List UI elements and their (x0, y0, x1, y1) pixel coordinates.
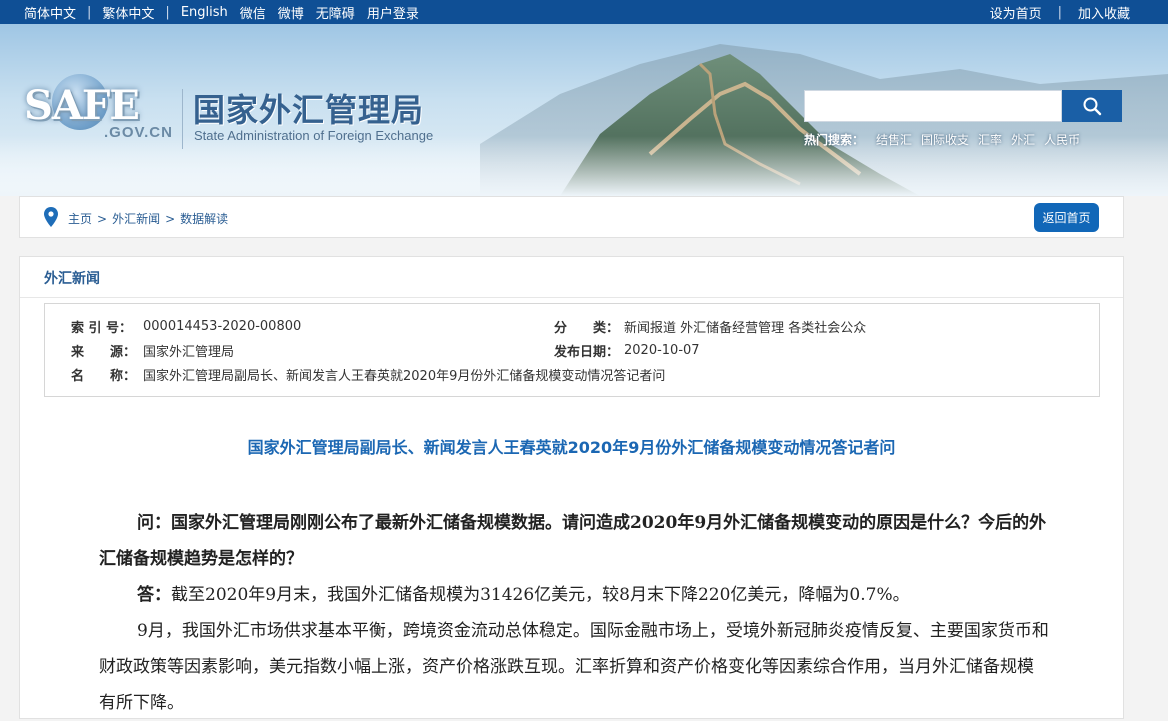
section-divider (20, 297, 1123, 298)
hot-keyword[interactable]: 外汇 (1011, 131, 1035, 148)
top-bar: 简体中文 | 繁体中文 | English 微信 微博 无障碍 用户登录 设为首… (0, 0, 1168, 24)
breadcrumb-data-interpretation[interactable]: 数据解读 (180, 210, 228, 227)
location-pin-icon (44, 207, 58, 227)
header-banner: SAFE .GOV.CN 国家外汇管理局 State Administratio… (0, 24, 1168, 196)
date-value: 2020-10-07 (624, 342, 700, 358)
logo-divider (182, 89, 183, 149)
logo-domain: .GOV.CN (104, 124, 173, 141)
weibo-link[interactable]: 微博 (278, 3, 304, 22)
category-label: 分 类： (554, 320, 620, 336)
breadcrumb-news[interactable]: 外汇新闻 (112, 210, 160, 227)
separator: | (1057, 5, 1062, 20)
top-bar-left: 简体中文 | 繁体中文 | English 微信 微博 无障碍 用户登录 (24, 3, 419, 22)
search-button[interactable] (1062, 90, 1122, 122)
add-favorite-link[interactable]: 加入收藏 (1078, 3, 1130, 22)
login-link[interactable]: 用户登录 (367, 3, 419, 22)
source-label: 来 源： (71, 344, 137, 360)
content-panel: 外汇新闻 索 引 号： 000014453-2020-00800 分 类： 新闻… (19, 256, 1124, 719)
accessibility-link[interactable]: 无障碍 (316, 3, 355, 22)
article-body: 问：国家外汇管理局刚刚公布了最新外汇储备规模数据。请问造成2020年9月外汇储备… (99, 505, 1049, 721)
search-icon (1083, 97, 1102, 116)
hot-search: 热门搜索： 结售汇 国际收支 汇率 外汇 人民币 (804, 131, 1089, 148)
lang-english-link[interactable]: English (181, 5, 228, 20)
top-bar-right: 设为首页 | 加入收藏 (990, 3, 1130, 22)
hot-search-label: 热门搜索： (804, 133, 865, 147)
source-value: 国家外汇管理局 (143, 344, 235, 360)
breadcrumb: 主页 > 外汇新闻 > 数据解读 (68, 210, 228, 227)
section-title[interactable]: 外汇新闻 (44, 268, 100, 288)
question-text: 问：国家外汇管理局刚刚公布了最新外汇储备规模数据。请问造成2020年9月外汇储备… (99, 513, 1047, 569)
safe-logo[interactable]: SAFE (24, 82, 140, 129)
breadcrumb-home[interactable]: 主页 (68, 210, 92, 227)
hot-keyword[interactable]: 汇率 (978, 131, 1002, 148)
search-input[interactable] (804, 90, 1062, 122)
breadcrumb-separator: > (165, 211, 176, 226)
back-home-button[interactable]: 返回首页 (1034, 203, 1099, 232)
index-value: 000014453-2020-00800 (143, 318, 302, 334)
answer-text: 截至2020年9月末，我国外汇储备规模为31426亿美元，较8月末下降220亿美… (171, 585, 910, 605)
hot-keyword[interactable]: 人民币 (1044, 131, 1080, 148)
answer-paragraph: 答：截至2020年9月末，我国外汇储备规模为31426亿美元，较8月末下降220… (99, 577, 1049, 613)
hot-keyword[interactable]: 结售汇 (876, 131, 912, 148)
category-value: 新闻报道 外汇储备经营管理 各类社会公众 (624, 320, 867, 336)
org-name-en: State Administration of Foreign Exchange (194, 128, 434, 143)
hot-keyword[interactable]: 国际收支 (921, 131, 969, 148)
question-paragraph: 问：国家外汇管理局刚刚公布了最新外汇储备规模数据。请问造成2020年9月外汇储备… (99, 505, 1049, 577)
wechat-link[interactable]: 微信 (240, 3, 266, 22)
date-label: 发布日期： (554, 344, 620, 360)
breadcrumb-separator: > (97, 211, 108, 226)
metadata-box: 索 引 号： 000014453-2020-00800 分 类： 新闻报道 外汇… (44, 303, 1100, 397)
index-label: 索 引 号： (71, 320, 133, 336)
breadcrumb-bar: 主页 > 外汇新闻 > 数据解读 返回首页 (19, 196, 1124, 238)
lang-traditional-link[interactable]: 繁体中文 (102, 3, 154, 22)
name-label: 名 称： (71, 368, 137, 384)
article-title: 国家外汇管理局副局长、新闻发言人王春英就2020年9月份外汇储备规模变动情况答记… (247, 438, 896, 457)
lang-simplified-link[interactable]: 简体中文 (24, 3, 76, 22)
name-value: 国家外汇管理局副局长、新闻发言人王春英就2020年9月份外汇储备规模变动情况答记… (143, 368, 666, 384)
answer-label: 答： (137, 585, 171, 605)
body-paragraph: 9月，我国外汇市场供求基本平衡，跨境资金流动总体稳定。国际金融市场上，受境外新冠… (99, 621, 1049, 713)
set-home-link[interactable]: 设为首页 (990, 3, 1042, 22)
separator: | (165, 5, 170, 20)
org-name-cn: 国家外汇管理局 (193, 91, 425, 129)
separator: | (87, 5, 92, 20)
